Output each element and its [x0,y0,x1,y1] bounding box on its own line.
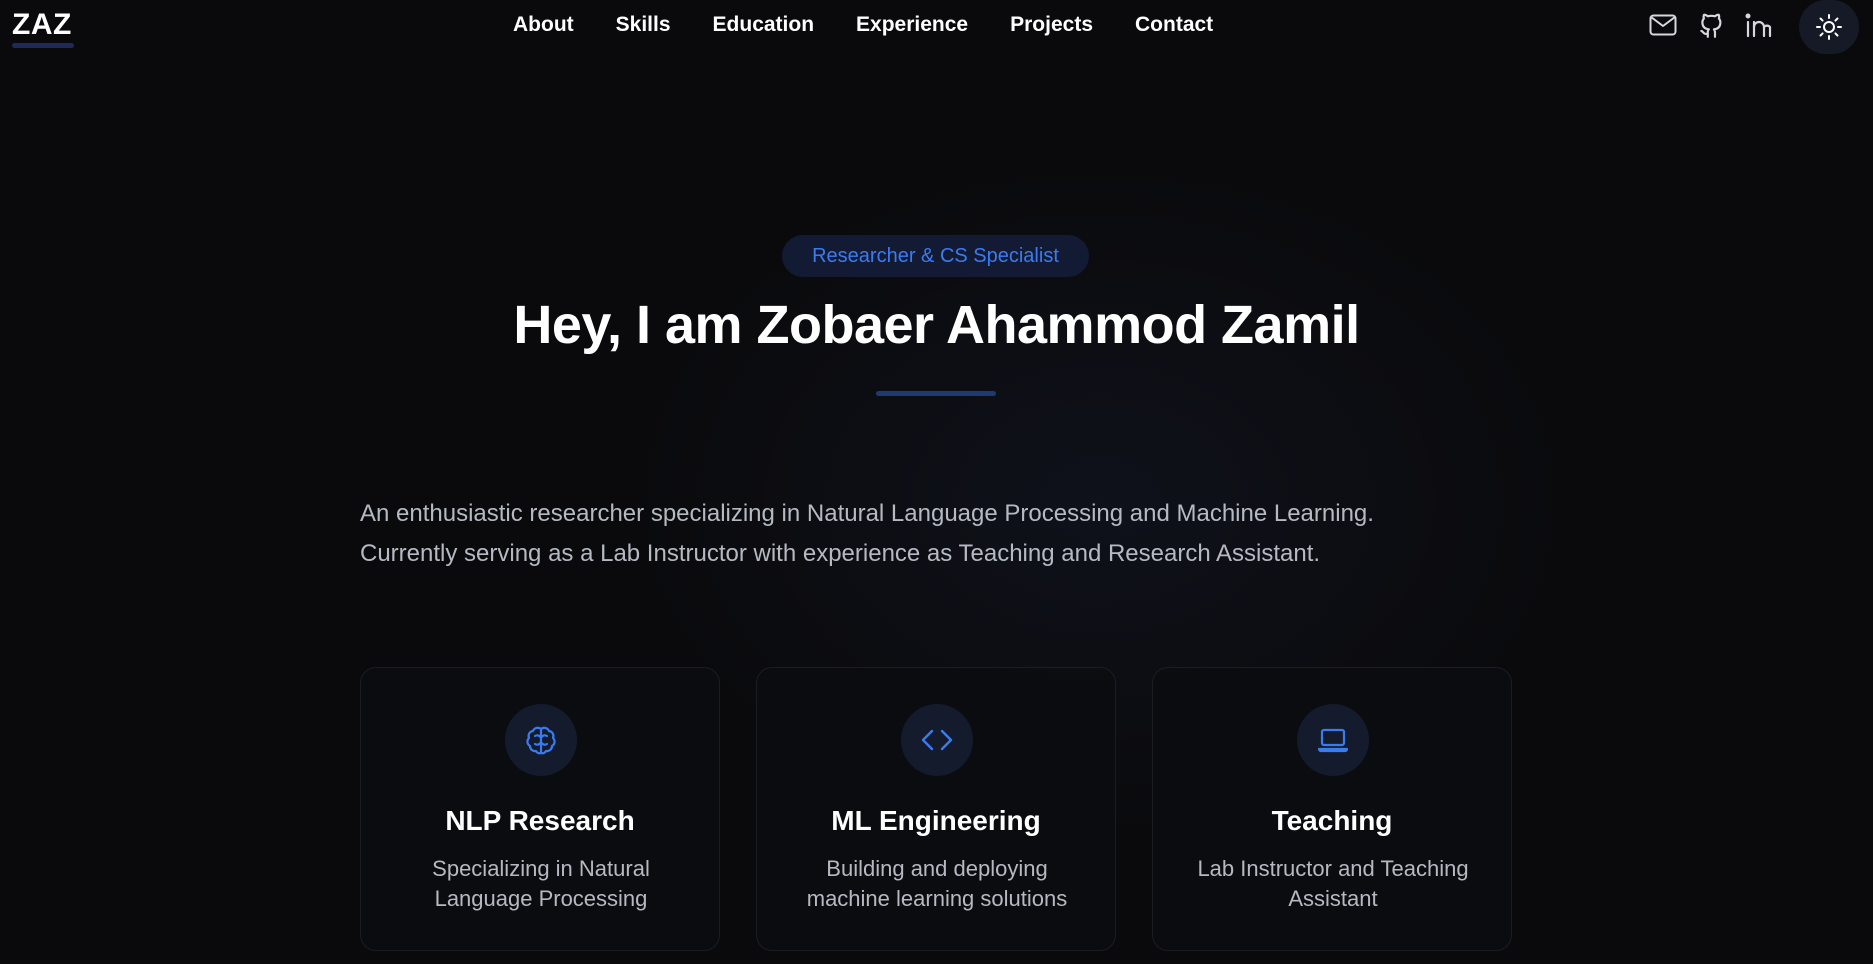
hero-headline: Hey, I am Zobaer Ahammod Zamil [513,295,1360,355]
intro-text: An enthusiastic researcher specializing … [360,494,1560,574]
intro-line-2: Currently serving as a Lab Instructor wi… [360,540,1321,567]
card-nlp-research: NLP Research Specializing in Natural Lan… [360,667,720,951]
mail-icon[interactable] [1648,10,1678,40]
sun-icon [1816,14,1842,40]
intro-line-1: An enthusiastic researcher specializing … [360,500,1374,527]
top-nav: ZAZ About Skills Education Experience Pr… [0,0,1873,54]
github-icon[interactable] [1696,10,1726,40]
card-description: Lab Instructor and Teaching Assistant [1197,856,1469,911]
code-icon [901,704,973,776]
card-description: Specializing in Natural Language Process… [432,856,650,911]
headline-divider [876,391,996,396]
nav-link-contact[interactable]: Contact [1135,12,1213,38]
card-ml-engineering: ML Engineering Building and deploying ma… [756,667,1116,951]
social-links [1648,10,1792,40]
laptop-icon [1297,704,1369,776]
site-logo[interactable]: ZAZ [12,8,72,42]
nav-link-education[interactable]: Education [713,12,815,38]
nav-link-experience[interactable]: Experience [856,12,968,38]
theme-toggle-button[interactable] [1799,0,1859,54]
nav-links: About Skills Education Experience Projec… [513,12,1255,38]
nav-link-skills[interactable]: Skills [616,12,671,38]
card-description: Building and deploying machine learning … [806,856,1068,911]
card-title: Teaching [1271,805,1393,836]
brain-icon [505,704,577,776]
nav-link-about[interactable]: About [513,12,574,38]
card-title: NLP Research [445,805,635,836]
logo-underline [12,43,74,48]
role-badge: Researcher & CS Specialist [782,235,1089,277]
card-title: ML Engineering [831,805,1041,836]
nav-link-projects[interactable]: Projects [1010,12,1093,38]
linkedin-icon[interactable] [1744,10,1774,40]
card-teaching: Teaching Lab Instructor and Teaching Ass… [1152,667,1512,951]
